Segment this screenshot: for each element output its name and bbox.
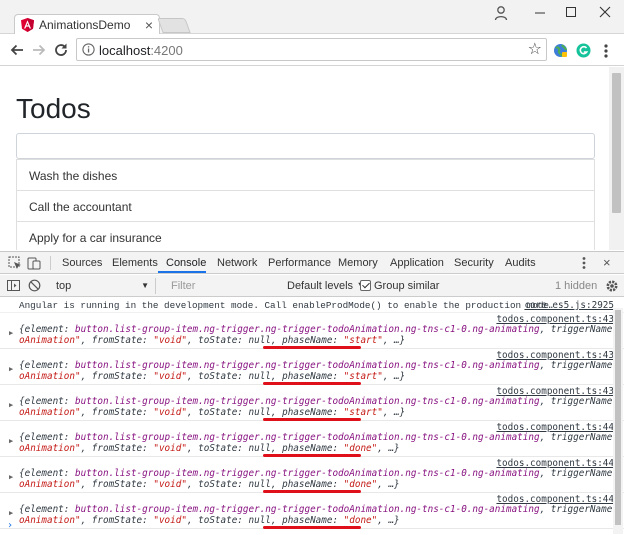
console-object-line-2: oAnimation", fromState: "void", toState:… bbox=[19, 443, 400, 454]
expand-caret-icon[interactable]: ▶ bbox=[9, 509, 13, 517]
console-log-entry[interactable]: todos.component.ts:44 ▶ {element: button.l… bbox=[0, 421, 624, 457]
console-log-entry[interactable]: todos.component.ts:44 ▶ {element: button.l… bbox=[0, 493, 624, 529]
console-object-line-2: oAnimation", fromState: "void", toState:… bbox=[19, 335, 406, 346]
device-toolbar-icon[interactable] bbox=[27, 256, 41, 270]
console-sidebar-icon[interactable] bbox=[7, 279, 20, 292]
info-icon[interactable] bbox=[82, 43, 95, 56]
forward-arrow-icon[interactable] bbox=[30, 41, 48, 59]
console-object-line-1: {element: button.list-group-item.ng-trig… bbox=[19, 360, 624, 371]
console-message-text: Angular is running in the development mo… bbox=[19, 300, 555, 311]
todo-item[interactable]: Wash the dishes bbox=[16, 159, 595, 191]
console-object-line-1: {element: button.list-group-item.ng-trig… bbox=[19, 324, 624, 335]
todo-input[interactable] bbox=[16, 133, 595, 159]
console-log-entry[interactable]: todos.component.ts:43 ▶ {element: button.l… bbox=[0, 349, 624, 385]
hidden-messages-count: 1 hidden bbox=[555, 280, 598, 292]
profile-icon[interactable] bbox=[494, 5, 508, 21]
console-scrollbar-thumb[interactable] bbox=[615, 310, 621, 525]
inspect-element-icon[interactable] bbox=[8, 256, 22, 270]
browser-tab[interactable]: AnimationsDemo × bbox=[14, 14, 160, 35]
todo-list: Wash the dishes Call the accountant Appl… bbox=[16, 159, 595, 250]
page-scrollbar[interactable] bbox=[609, 67, 624, 250]
active-tab-indicator bbox=[158, 271, 206, 273]
expand-caret-icon[interactable]: ▶ bbox=[9, 329, 13, 337]
context-selector[interactable]: top ▼ bbox=[50, 278, 156, 294]
tab-performance[interactable]: Performance bbox=[268, 257, 331, 269]
console-object-line-1: {element: button.list-group-item.ng-trig… bbox=[19, 432, 624, 443]
angular-logo-icon bbox=[21, 18, 34, 32]
browser-toolbar: localhost:4200 ☆ bbox=[0, 34, 624, 66]
tab-audits[interactable]: Audits bbox=[505, 257, 536, 269]
expand-caret-icon[interactable]: ▶ bbox=[9, 473, 13, 481]
address-bar[interactable]: localhost:4200 ☆ bbox=[76, 38, 547, 61]
todo-item[interactable]: Call the accountant bbox=[16, 190, 595, 222]
expand-caret-icon[interactable]: ▶ bbox=[9, 437, 13, 445]
devtools-menu-icon[interactable] bbox=[579, 255, 589, 271]
extension-grammarly-icon[interactable] bbox=[576, 43, 591, 58]
tab-memory[interactable]: Memory bbox=[338, 257, 378, 269]
tab-application[interactable]: Application bbox=[390, 257, 444, 269]
dropdown-arrow-icon: ▼ bbox=[141, 281, 149, 290]
console-object-line-2: oAnimation", fromState: "void", toState:… bbox=[19, 479, 400, 490]
highlight-underline bbox=[263, 526, 361, 529]
console-output: Angular is running in the development mo… bbox=[0, 298, 624, 535]
console-filter-input[interactable]: Filter bbox=[166, 278, 280, 294]
devtools-panel: Sources Elements Console Network Perform… bbox=[0, 251, 624, 535]
console-toolbar: top ▼ Filter Default levels ▼ Group simi… bbox=[0, 275, 624, 297]
console-prompt[interactable]: › bbox=[7, 520, 13, 531]
bookmark-star-icon[interactable]: ☆ bbox=[528, 40, 542, 59]
console-object-line-1: {element: button.list-group-item.ng-trig… bbox=[19, 396, 624, 407]
devtools-tab-bar: Sources Elements Console Network Perform… bbox=[0, 252, 624, 274]
clear-console-icon[interactable] bbox=[28, 279, 41, 292]
console-object-line-1: {element: button.list-group-item.ng-trig… bbox=[19, 468, 624, 479]
browser-menu-icon[interactable] bbox=[600, 42, 612, 60]
group-similar-label[interactable]: Group similar bbox=[374, 280, 439, 292]
minimize-icon[interactable] bbox=[531, 4, 549, 20]
devtools-close-icon[interactable]: × bbox=[603, 255, 611, 271]
console-settings-gear-icon[interactable] bbox=[605, 279, 619, 293]
log-levels-dropdown[interactable]: Default levels ▼ bbox=[287, 280, 367, 292]
browser-titlebar: AnimationsDemo × bbox=[0, 0, 624, 35]
maximize-icon[interactable] bbox=[562, 4, 580, 20]
group-similar-checkbox[interactable] bbox=[360, 280, 371, 291]
todo-item[interactable]: Apply for a car insurance bbox=[16, 222, 595, 250]
console-object-line-2: oAnimation", fromState: "void", toState:… bbox=[19, 371, 406, 382]
extension-globe-icon[interactable] bbox=[553, 43, 568, 58]
expand-caret-icon[interactable]: ▶ bbox=[9, 365, 13, 373]
tab-sources[interactable]: Sources bbox=[62, 257, 102, 269]
tab-network[interactable]: Network bbox=[217, 257, 257, 269]
console-object-line-2: oAnimation", fromState: "void", toState:… bbox=[19, 407, 406, 418]
devtools-separator bbox=[50, 256, 51, 270]
url-text[interactable]: localhost:4200 bbox=[99, 43, 183, 58]
new-tab-button[interactable] bbox=[157, 18, 191, 33]
console-source-link[interactable]: core.es5.js:2925 bbox=[524, 300, 614, 311]
console-log-entry[interactable]: todos.component.ts:43 ▶ {element: button.l… bbox=[0, 313, 624, 349]
page-title: Todos bbox=[16, 93, 91, 124]
tab-security[interactable]: Security bbox=[454, 257, 494, 269]
console-object-line-1: {element: button.list-group-item.ng-trig… bbox=[19, 504, 624, 515]
window-close-icon[interactable] bbox=[596, 4, 614, 20]
reload-icon[interactable] bbox=[52, 41, 70, 59]
tab-close-icon[interactable]: × bbox=[145, 16, 153, 34]
tab-title: AnimationsDemo bbox=[39, 18, 131, 32]
console-info-message: Angular is running in the development mo… bbox=[0, 298, 624, 313]
expand-caret-icon[interactable]: ▶ bbox=[9, 401, 13, 409]
back-arrow-icon[interactable] bbox=[8, 41, 26, 59]
context-value: top bbox=[56, 280, 72, 292]
console-log-entry[interactable]: todos.component.ts:44 ▶ {element: button.l… bbox=[0, 457, 624, 493]
console-entries: todos.component.ts:43 ▶ {element: button.l… bbox=[0, 313, 624, 529]
page-viewport: Todos Wash the dishes Call the accountan… bbox=[0, 67, 624, 250]
tab-elements[interactable]: Elements bbox=[112, 257, 158, 269]
console-log-entry[interactable]: todos.component.ts:43 ▶ {element: button.l… bbox=[0, 385, 624, 421]
console-object-line-2: oAnimation", fromState: "void", toState:… bbox=[19, 515, 400, 526]
page-scrollbar-thumb[interactable] bbox=[612, 73, 621, 213]
tab-console[interactable]: Console bbox=[166, 257, 206, 269]
console-scrollbar[interactable] bbox=[613, 308, 623, 534]
